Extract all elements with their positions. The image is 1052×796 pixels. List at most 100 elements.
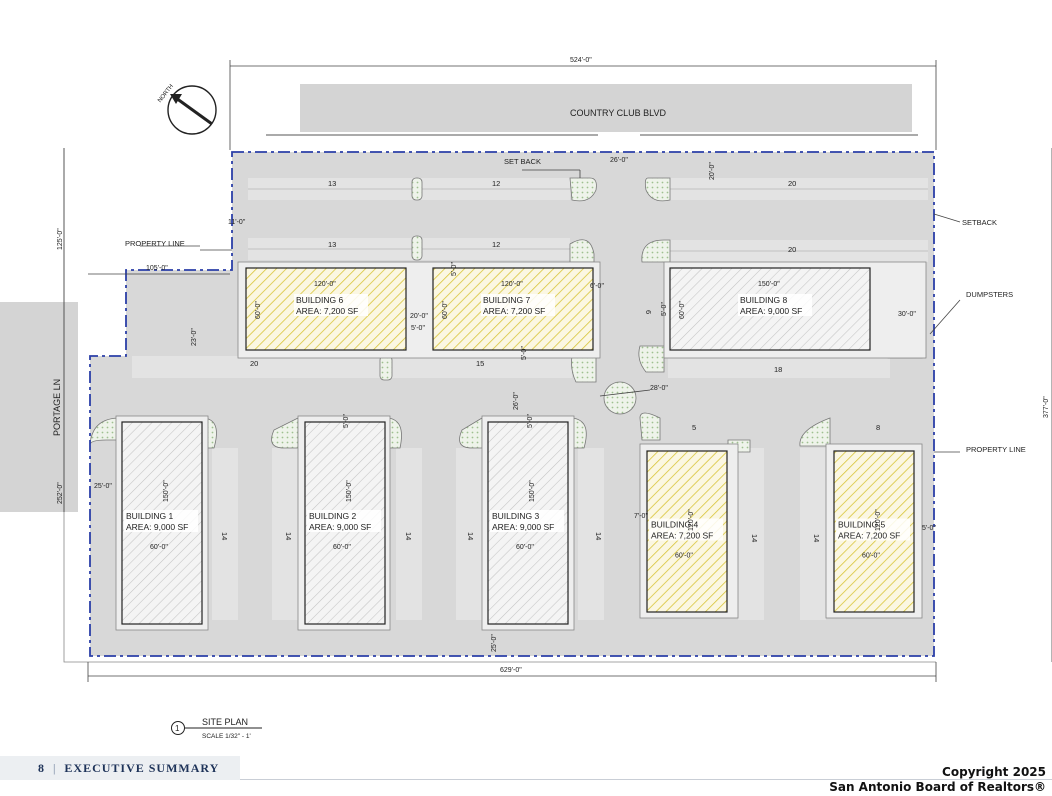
building-8-height-dim: 60'-0" bbox=[679, 301, 686, 319]
building-4-height-dim: 120'-0" bbox=[688, 509, 695, 531]
building-3-width-dim: 60'-0" bbox=[516, 544, 534, 551]
dim-bottom-width: 629'-0" bbox=[500, 667, 522, 674]
street-country-club-blvd: COUNTRY CLUB BLVD bbox=[570, 108, 667, 118]
building-5: BUILDING 5AREA: 7,200 SF60'-0"120'-0" bbox=[833, 450, 915, 613]
building-2-height-dim: 150'-0" bbox=[346, 480, 353, 502]
sheet-scale: SCALE 1/32" - 1' bbox=[202, 733, 251, 740]
dim-28: 28'-0" bbox=[650, 385, 668, 392]
building-5-height-dim: 120'-0" bbox=[875, 509, 882, 531]
dim-7: 7'-0" bbox=[634, 513, 648, 520]
building-1-height-dim: 150'-0" bbox=[163, 480, 170, 502]
dim-setback-20: 20'-0" bbox=[709, 162, 716, 180]
page-footer: 8 | EXECUTIVE SUMMARY bbox=[0, 756, 240, 780]
building-2-width-dim: 60'-0" bbox=[333, 544, 351, 551]
dim-5-b5: 5'-0" bbox=[922, 525, 936, 532]
label-setback: SETBACK bbox=[962, 218, 997, 227]
building-6-area: AREA: 7,200 SF bbox=[296, 306, 358, 316]
building-7-name: BUILDING 7 bbox=[483, 295, 531, 305]
building-2-area: AREA: 9,000 SF bbox=[309, 522, 371, 532]
parking-count: 12 bbox=[492, 240, 500, 249]
dim-5-c: 5'-0" bbox=[527, 414, 534, 428]
parking-count: 14 bbox=[466, 532, 475, 540]
parking-count: 13 bbox=[328, 179, 336, 188]
label-property-line-right: PROPERTY LINE bbox=[966, 445, 1026, 454]
dim-25-bottom: 25'-0" bbox=[491, 634, 498, 652]
parking-count: 20 bbox=[788, 179, 796, 188]
footer-separator: | bbox=[53, 760, 57, 775]
building-4-width-dim: 60'-0" bbox=[675, 553, 693, 560]
portage-ln-road bbox=[0, 302, 78, 512]
street-portage-ln: PORTAGE LN bbox=[52, 379, 62, 436]
sheet-number: 1 bbox=[175, 724, 180, 733]
copyright-notice: Copyright 2025 San Antonio Board of Real… bbox=[829, 765, 1046, 795]
building-8-area: AREA: 9,000 SF bbox=[740, 306, 802, 316]
dim-5-e: 5'-0" bbox=[661, 302, 668, 316]
parking-count: 8 bbox=[876, 423, 880, 432]
sheet-title: SITE PLAN bbox=[202, 717, 248, 727]
building-7-area: AREA: 7,200 SF bbox=[483, 306, 545, 316]
building-2-name: BUILDING 2 bbox=[309, 511, 357, 521]
building-1-width-dim: 60'-0" bbox=[150, 544, 168, 551]
building-8-width-dim: 150'-0" bbox=[758, 281, 780, 288]
building-6-width-dim: 120'-0" bbox=[314, 281, 336, 288]
label-property-line-left: PROPERTY LINE bbox=[125, 239, 185, 248]
copyright-line-2: San Antonio Board of Realtors® bbox=[829, 780, 1046, 794]
parking-count: 14 bbox=[220, 532, 229, 540]
dim-top-width: 524'-0" bbox=[570, 57, 592, 64]
parking-count: 18 bbox=[774, 365, 782, 374]
section-title: EXECUTIVE SUMMARY bbox=[64, 760, 220, 775]
building-6-name: BUILDING 6 bbox=[296, 295, 344, 305]
parking-count: 5 bbox=[692, 423, 696, 432]
copyright-line-1: Copyright 2025 bbox=[942, 765, 1046, 779]
parking-count: 14 bbox=[812, 534, 821, 542]
label-dumpsters: DUMPSTERS bbox=[966, 290, 1013, 299]
building-4: BUILDING 4AREA: 7,200 SF60'-0"120'-0" bbox=[646, 450, 728, 613]
dim-5-d: 5'-0" bbox=[521, 346, 528, 360]
building-8-name: BUILDING 8 bbox=[740, 295, 788, 305]
dim-5-a: 5'-0" bbox=[451, 262, 458, 276]
building-1-name: BUILDING 1 bbox=[126, 511, 174, 521]
parking-count: 14 bbox=[594, 532, 603, 540]
building-5-area: AREA: 7,200 SF bbox=[838, 531, 900, 541]
building-6: BUILDING 6AREA: 7,200 SF 120'-0" 60'-0" bbox=[245, 267, 407, 351]
building-6-height-dim: 60'-0" bbox=[255, 301, 262, 319]
dim-25-left: 25'-0" bbox=[94, 483, 112, 490]
dim-6-a: 6'-0" bbox=[590, 283, 604, 290]
dim-11: 11'-0" bbox=[228, 219, 246, 226]
dim-26-mid: 26'-0" bbox=[513, 392, 520, 410]
parking-count: 20 bbox=[250, 359, 258, 368]
building-3-height-dim: 150'-0" bbox=[529, 480, 536, 502]
building-1: BUILDING 1AREA: 9,000 SF 60'-0" 150'-0" bbox=[121, 421, 203, 625]
dim-20-gap: 20'-0" bbox=[410, 313, 428, 320]
building-1-area: AREA: 9,000 SF bbox=[126, 522, 188, 532]
dim-left-upper: 125'-0" bbox=[57, 228, 64, 250]
building-4-area: AREA: 7,200 SF bbox=[651, 531, 713, 541]
parking-count: 15 bbox=[476, 359, 484, 368]
building-3: BUILDING 3AREA: 9,000 SF 60'-0" 150'-0" bbox=[487, 421, 569, 625]
dim-offset-105: 105'-0" bbox=[146, 265, 168, 272]
dim-right-height: 377'-0" bbox=[1043, 396, 1050, 418]
parking-count: 6 bbox=[644, 310, 653, 314]
building-7-height-dim: 60'-0" bbox=[442, 301, 449, 319]
dim-drive-26: 26'-0" bbox=[610, 157, 628, 164]
building-8: BUILDING 8AREA: 9,000 SF 150'-0" 60'-0" bbox=[669, 267, 871, 351]
dim-5-b: 5'-0" bbox=[343, 414, 350, 428]
parking-count: 14 bbox=[750, 534, 759, 542]
page-number: 8 bbox=[38, 760, 45, 775]
title-block: 1 SITE PLAN SCALE 1/32" - 1' bbox=[171, 717, 262, 740]
site-plan-drawing: BUILDING 1AREA: 9,000 SF60'-0"150'-0"BUI… bbox=[0, 57, 1052, 740]
parking-count: 14 bbox=[404, 532, 413, 540]
building-5-width-dim: 60'-0" bbox=[862, 553, 880, 560]
north-arrow-icon: NORTH bbox=[157, 84, 217, 135]
building-3-area: AREA: 9,000 SF bbox=[492, 522, 554, 532]
building-3-name: BUILDING 3 bbox=[492, 511, 540, 521]
building-2: BUILDING 2AREA: 9,000 SF 60'-0" 150'-0" bbox=[304, 421, 386, 625]
building-7-width-dim: 120'-0" bbox=[501, 281, 523, 288]
parking-count: 12 bbox=[492, 179, 500, 188]
parking-count: 20 bbox=[788, 245, 796, 254]
building-7: BUILDING 7AREA: 7,200 SF 120'-0" 60'-0" bbox=[432, 267, 594, 351]
dim-left-lower: 252'-0" bbox=[57, 482, 64, 504]
dim-5-gap: 5'-0" bbox=[411, 325, 425, 332]
label-set-back: SET BACK bbox=[504, 157, 541, 166]
parking-count: 14 bbox=[284, 532, 293, 540]
